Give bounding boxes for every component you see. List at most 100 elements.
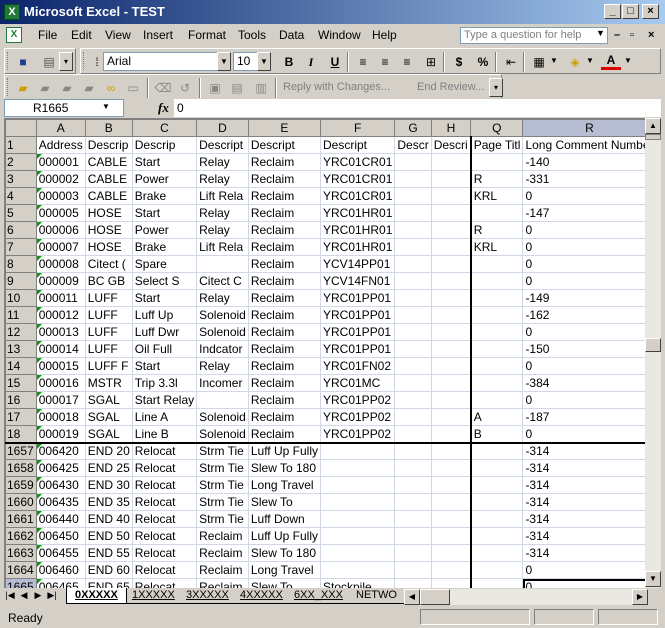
first-sheet-icon[interactable]: |◀: [4, 590, 16, 601]
column-header[interactable]: G: [394, 119, 432, 137]
align-right-icon[interactable]: ≡: [397, 52, 417, 72]
cell[interactable]: Reclaim: [247, 323, 322, 341]
cell[interactable]: -314: [522, 544, 645, 562]
currency-icon[interactable]: $: [449, 52, 469, 72]
cell[interactable]: [319, 442, 396, 460]
cell[interactable]: R: [470, 221, 524, 239]
column-header[interactable]: F: [319, 119, 396, 137]
cell[interactable]: Citect C: [196, 272, 249, 290]
cell[interactable]: [394, 459, 432, 477]
row-header[interactable]: 8: [5, 255, 37, 273]
cell[interactable]: [394, 391, 432, 409]
toolbar-grip[interactable]: [7, 78, 10, 96]
cell[interactable]: Solenoid: [196, 323, 249, 341]
fill-color-icon[interactable]: ◈: [565, 52, 585, 72]
chevron-down-icon[interactable]: ▼: [217, 52, 231, 71]
review-icon[interactable]: ▥: [251, 78, 271, 98]
row-header[interactable]: 9: [5, 272, 37, 290]
chevron-down-icon[interactable]: ▼: [102, 102, 110, 111]
cell[interactable]: Lift Rela: [196, 187, 249, 205]
cell[interactable]: END 20: [84, 442, 133, 460]
borders-icon[interactable]: ▦: [529, 52, 549, 72]
cell[interactable]: [319, 561, 396, 579]
cell[interactable]: YRC01HR01: [319, 204, 396, 222]
cell[interactable]: [430, 255, 472, 273]
cell[interactable]: -314: [522, 442, 645, 460]
chevron-down-icon[interactable]: ▼: [583, 52, 597, 71]
cell[interactable]: [394, 408, 432, 426]
row-header[interactable]: 16: [5, 391, 37, 409]
toolbar-options-icon[interactable]: ▾: [59, 52, 73, 71]
cell[interactable]: Start: [131, 289, 198, 307]
cell[interactable]: [394, 289, 432, 307]
column-header[interactable]: D: [196, 119, 249, 137]
cell[interactable]: [470, 289, 524, 307]
cell[interactable]: [430, 204, 472, 222]
cell[interactable]: [470, 153, 524, 171]
cell[interactable]: Lift Rela: [196, 238, 249, 256]
formula-input[interactable]: 0: [174, 99, 661, 117]
cell[interactable]: Brake: [131, 238, 198, 256]
cell[interactable]: -384: [522, 374, 645, 392]
cell[interactable]: [470, 476, 524, 494]
cell[interactable]: [430, 221, 472, 239]
cell[interactable]: [394, 442, 432, 460]
cell[interactable]: Reclaim: [247, 221, 322, 239]
cell[interactable]: 000016: [35, 374, 86, 392]
menu-tools[interactable]: Tools: [238, 28, 266, 42]
cell[interactable]: 000018: [35, 408, 86, 426]
cell[interactable]: [394, 357, 432, 375]
row-header[interactable]: 1660: [5, 493, 37, 511]
cell[interactable]: Reclaim: [247, 187, 322, 205]
cell[interactable]: 006425: [35, 459, 86, 477]
chevron-down-icon[interactable]: ▼: [257, 52, 271, 71]
cell[interactable]: CABLE: [84, 170, 133, 188]
cell[interactable]: Reclaim: [247, 238, 322, 256]
cell[interactable]: [319, 527, 396, 545]
maximize-button[interactable]: □: [622, 4, 639, 19]
menu-file[interactable]: File: [38, 28, 57, 42]
end-review-button[interactable]: End Review...: [417, 81, 484, 93]
cell[interactable]: B: [470, 425, 524, 444]
cell[interactable]: HOSE: [84, 204, 133, 222]
protect-icon[interactable]: ▣: [205, 78, 225, 98]
cell[interactable]: [394, 170, 432, 188]
cell[interactable]: -162: [522, 306, 645, 324]
menu-help[interactable]: Help: [372, 28, 397, 42]
menu-data[interactable]: Data: [279, 28, 304, 42]
cell[interactable]: 006440: [35, 510, 86, 528]
reply-with-changes-button[interactable]: Reply with Changes...: [283, 81, 390, 93]
cell[interactable]: [430, 561, 472, 579]
cell[interactable]: -314: [522, 459, 645, 477]
cell[interactable]: 000019: [35, 425, 86, 444]
cell[interactable]: [430, 289, 472, 307]
cell[interactable]: 006455: [35, 544, 86, 562]
cell[interactable]: 006435: [35, 493, 86, 511]
cell[interactable]: [470, 561, 524, 579]
cell[interactable]: END 35: [84, 493, 133, 511]
cell[interactable]: Luff Up Fully: [247, 527, 322, 545]
cell[interactable]: HOSE: [84, 221, 133, 239]
column-header[interactable]: C: [131, 119, 198, 137]
cell[interactable]: [430, 357, 472, 375]
cell[interactable]: YRC01PP01: [319, 340, 396, 358]
cell[interactable]: Relocat: [131, 510, 198, 528]
cell[interactable]: [430, 578, 472, 588]
select-all-button[interactable]: [5, 119, 37, 137]
cell[interactable]: END 60: [84, 561, 133, 579]
cell[interactable]: Select S: [131, 272, 198, 290]
cell[interactable]: [430, 187, 472, 205]
italic-icon[interactable]: I: [301, 52, 321, 72]
cell[interactable]: Reclaim: [247, 153, 322, 171]
toolbar-grip[interactable]: [7, 52, 10, 70]
row-header[interactable]: 2: [5, 153, 37, 171]
cell[interactable]: Relocat: [131, 578, 198, 588]
column-header[interactable]: H: [430, 119, 472, 137]
cell[interactable]: Reclaim: [247, 204, 322, 222]
cell[interactable]: Relay: [196, 204, 249, 222]
row-header[interactable]: 1664: [5, 561, 37, 579]
cell[interactable]: Strm Tie: [196, 476, 249, 494]
cell[interactable]: 000006: [35, 221, 86, 239]
cell[interactable]: KRL: [470, 238, 524, 256]
cell[interactable]: [394, 272, 432, 290]
